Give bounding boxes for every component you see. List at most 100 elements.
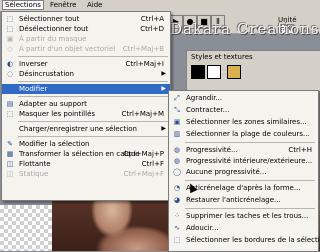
marquee-icon: ⬚ — [6, 110, 14, 118]
menu-item-label: Désélectionner tout — [19, 25, 89, 33]
menu-item-label: Contracter... — [186, 106, 230, 114]
menu-selections[interactable]: Sélections — [2, 0, 44, 10]
menu-item-shortcut: Ctrl+D — [140, 25, 164, 33]
menu-item-shortcut: Ctrl+Maj+M — [121, 110, 165, 118]
modify-submenu: ⤢ Agrandir... ⤡ Contracter... ▣ Sélectio… — [168, 90, 320, 252]
menu-item-label: Sélectionner la plage de couleurs... — [186, 130, 310, 138]
selections-menu: ⬚ Sélectionner tout Ctrl+A ⬚ Désélection… — [1, 11, 171, 201]
menu-item-shortcut: Ctrl+Maj+B — [122, 45, 164, 53]
feather-icon: ◍ — [173, 146, 181, 154]
inside-outside-icon: ◍ — [173, 157, 181, 165]
menu-aide[interactable]: Aide — [87, 1, 102, 9]
submenu-arrow-icon: ▶ — [161, 85, 166, 92]
watermark: Dakara Creations — [170, 20, 320, 38]
menu-item-label: À partir du masque — [19, 35, 87, 43]
menu-item-promote-to-layer[interactable]: ▦ Transformer la sélection en calque Ctr… — [2, 149, 170, 159]
styles-panel: Styles et textures — [186, 50, 320, 92]
submenu-item-inside-outside-feather[interactable]: ◍ Progressivité intérieure/extérieure... — [169, 156, 318, 166]
layer-icon: ▦ — [6, 150, 14, 158]
fit-icon: ▤ — [6, 100, 14, 108]
submenu-item-unfeather[interactable]: ◯ Aucune progressivité... — [169, 167, 318, 177]
menu-item-from-mask: ▣ À partir du masque — [2, 34, 170, 44]
borders-icon: ⬚ — [173, 236, 181, 244]
specks-icon: ⁘ — [174, 212, 180, 220]
palette-swatch[interactable] — [227, 65, 241, 79]
menu-item-label: Sélectionner les zones similaires... — [186, 118, 307, 126]
menu-item-modify[interactable]: Modifier ▶ — [2, 84, 170, 94]
separator — [18, 81, 168, 82]
menu-item-label: Modifier — [19, 85, 48, 93]
menu-item-select-all[interactable]: ⬚ Sélectionner tout Ctrl+A — [2, 14, 170, 24]
float-icon: ◫ — [6, 160, 14, 168]
panel-title: Styles et textures — [191, 53, 253, 61]
menu-item-shortcut: Ctrl+A — [140, 15, 164, 23]
menu-item-hide-marquee[interactable]: ⬚ Masquer les pointillés Ctrl+Maj+M — [2, 109, 170, 119]
submenu-item-contract[interactable]: ⤡ Contracter... — [169, 105, 318, 115]
separator — [18, 121, 168, 122]
submenu-item-feather[interactable]: ◍ Progressivité... Ctrl+H — [169, 145, 318, 155]
submenu-item-recover-antialias[interactable]: ◕ Restaurer l'anticrénelage... — [169, 195, 318, 205]
menu-item-edit-selection[interactable]: ✎ Modifier la sélection — [2, 139, 170, 149]
menu-item-label: Agrandir... — [186, 94, 223, 102]
submenu-arrow-icon: ▶ — [161, 70, 166, 77]
menu-item-label: Sélectionner tout — [19, 15, 80, 23]
menu-item-label: Anticrénelage d'après la forme... — [186, 184, 301, 192]
submenu-item-expand[interactable]: ⤢ Agrandir... — [169, 93, 318, 103]
vector-icon: ◇ — [7, 45, 13, 53]
menu-item-label: Masquer les pointillés — [19, 110, 96, 118]
submenu-item-select-borders[interactable]: ⬚ Sélectionner les bordures de la sélect… — [169, 235, 320, 245]
submenu-item-remove-specks[interactable]: ⁘ Supprimer les taches et les trous... — [169, 211, 318, 221]
menu-item-label: Adoucir... — [186, 224, 219, 232]
background-swatch[interactable] — [207, 65, 221, 79]
similar-icon: ▣ — [173, 118, 181, 126]
separator — [185, 142, 315, 143]
menu-item-label: Statique — [19, 170, 49, 178]
unfeather-icon: ◯ — [173, 168, 181, 176]
menu-item-float[interactable]: ◫ Flottante Ctrl+F — [2, 159, 170, 169]
menu-item-fit-to-canvas[interactable]: ▤ Adapter au support — [2, 99, 170, 109]
submenu-arrow-icon: ▶ — [161, 125, 166, 132]
edit-selection-icon: ✎ — [7, 140, 13, 148]
submenu-item-select-similar[interactable]: ▣ Sélectionner les zones similaires... — [169, 117, 318, 127]
separator — [18, 96, 168, 97]
menu-item-label: Progressivité intérieure/extérieure... — [186, 157, 313, 165]
menu-item-deselect-all[interactable]: ⬚ Désélectionner tout Ctrl+D — [2, 24, 170, 34]
menu-item-label: Supprimer les taches et les trous... — [186, 212, 309, 220]
menu-item-shortcut: Ctrl+Maj+P — [123, 150, 164, 158]
menu-item-label: Flottante — [19, 160, 51, 168]
color-range-icon: ▥ — [173, 130, 181, 138]
antialias-icon: ◔ — [173, 184, 181, 192]
separator — [18, 136, 168, 137]
submenu-item-color-range[interactable]: ▥ Sélectionner la plage de couleurs... — [169, 129, 318, 139]
menu-item-label: Désincrustation — [19, 70, 74, 78]
menu-item-defloat: ◫ Statique Ctrl+Maj+F — [2, 169, 170, 179]
menu-item-load-save[interactable]: Charger/enregistrer une sélection ▶ — [2, 124, 170, 134]
foreground-swatch[interactable] — [191, 65, 205, 79]
invert-icon: ◐ — [6, 60, 14, 68]
deselect-icon: ⬚ — [6, 25, 14, 33]
transparent-canvas-area — [0, 205, 60, 251]
menu-item-label: Aucune progressivité... — [186, 168, 267, 176]
menu-item-label: Inverser — [19, 60, 48, 68]
menu-item-invert[interactable]: ◐ Inverser Ctrl+Maj+I — [2, 59, 170, 69]
load-save-icon — [6, 125, 14, 133]
menu-item-shortcut: Ctrl+Maj+F — [123, 170, 165, 178]
smooth-icon: ∿ — [174, 224, 180, 232]
expand-icon: ⤢ — [174, 94, 180, 102]
modify-icon — [6, 85, 14, 93]
menu-item-label: Restaurer l'anticrénelage... — [186, 196, 281, 204]
separator — [18, 56, 168, 57]
mask-icon: ▣ — [6, 35, 14, 43]
recover-antialias-icon: ◕ — [173, 196, 181, 204]
defloat-icon: ◫ — [6, 170, 14, 178]
menu-item-shortcut: Ctrl+Maj+I — [125, 60, 164, 68]
menu-fenetre[interactable]: Fenêtre — [50, 1, 76, 9]
menu-item-shortcut: Ctrl+F — [141, 160, 164, 168]
menu-item-label: Adapter au support — [19, 100, 87, 108]
menu-item-defringe[interactable]: ◌ Désincrustation ▶ — [2, 69, 170, 79]
menu-item-label: Progressivité... — [186, 146, 238, 154]
defringe-icon: ◌ — [6, 70, 14, 78]
submenu-item-smooth[interactable]: ∿ Adoucir... — [169, 223, 318, 233]
contract-icon: ⤡ — [174, 106, 180, 114]
menu-item-label: Charger/enregistrer une sélection — [19, 125, 137, 133]
